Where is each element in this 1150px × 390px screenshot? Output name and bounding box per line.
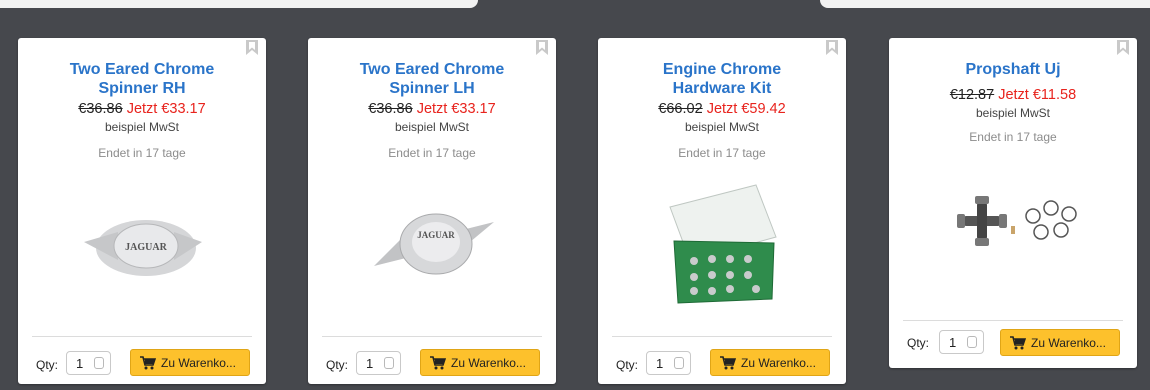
- add-to-cart-button[interactable]: Zu Warenko...: [710, 349, 830, 376]
- price: €36.86 Jetzt €33.17: [308, 101, 556, 118]
- cart-icon: [140, 356, 156, 370]
- end-time: Endet in 17 tage: [969, 130, 1057, 144]
- product-card: Engine Chrome Hardware Kit €66.02 Jetzt €…: [598, 38, 846, 384]
- product-title[interactable]: Engine Chrome Hardware Kit: [598, 60, 846, 98]
- cart-button-label: Zu Warenko...: [161, 356, 236, 370]
- add-to-cart-button[interactable]: Zu Warenko...: [1000, 329, 1120, 356]
- stepper-arrows-icon[interactable]: [94, 357, 104, 369]
- tax-note: beispiel MwSt: [104, 120, 180, 134]
- add-to-cart-button[interactable]: Zu Warenko...: [420, 349, 540, 376]
- qty-label: Qty:: [616, 358, 639, 372]
- sale-price: Jetzt €59.42: [706, 101, 786, 117]
- tax-note: beispiel MwSt: [394, 120, 470, 134]
- stepper-arrows-icon[interactable]: [674, 357, 684, 369]
- qty-label: Qty:: [326, 358, 349, 372]
- product-image[interactable]: JAGUAR: [366, 204, 502, 284]
- end-time: Endet in 17 tage: [678, 146, 766, 160]
- cart-button-label: Zu Warenko...: [1031, 336, 1106, 350]
- divider: [903, 320, 1123, 321]
- qty-label: Qty:: [907, 336, 930, 350]
- original-price: €36.86: [368, 101, 413, 117]
- product-title[interactable]: Two Eared Chrome Spinner LH: [308, 60, 556, 98]
- bookmark-icon[interactable]: [826, 40, 838, 55]
- quantity-stepper[interactable]: 1: [939, 330, 984, 354]
- cart-button-label: Zu Warenko...: [741, 356, 816, 370]
- cart-icon: [430, 356, 446, 370]
- end-time: Endet in 17 tage: [98, 146, 186, 160]
- top-bar-right: [820, 0, 1150, 8]
- end-time: Endet in 17 tage: [388, 146, 476, 160]
- sale-price: Jetzt €33.17: [416, 101, 496, 117]
- add-to-cart-button[interactable]: Zu Warenko...: [130, 349, 250, 376]
- quantity-stepper[interactable]: 1: [356, 351, 401, 375]
- quantity-stepper[interactable]: 1: [646, 351, 691, 375]
- product-card: Propshaft Uj €12.87 Jetzt €11.58 beispie…: [889, 38, 1137, 368]
- top-bar-left: [0, 0, 478, 8]
- original-price: €36.86: [78, 101, 123, 117]
- divider: [32, 336, 252, 337]
- product-image[interactable]: [660, 181, 784, 307]
- bookmark-icon[interactable]: [536, 40, 548, 55]
- quantity-stepper[interactable]: 1: [66, 351, 111, 375]
- price: €36.86 Jetzt €33.17: [18, 101, 266, 118]
- qty-label: Qty:: [36, 358, 59, 372]
- sale-price: Jetzt €33.17: [126, 101, 206, 117]
- quantity-value: 1: [76, 356, 84, 371]
- sale-price: Jetzt €11.58: [998, 87, 1077, 103]
- product-image[interactable]: JAGUAR: [78, 208, 208, 280]
- divider: [322, 336, 542, 337]
- price: €12.87 Jetzt €11.58: [889, 87, 1137, 104]
- cart-button-label: Zu Warenko...: [451, 356, 526, 370]
- cart-icon: [1010, 336, 1026, 350]
- product-title[interactable]: Two Eared Chrome Spinner RH: [18, 60, 266, 98]
- product-card: Two Eared Chrome Spinner RH €36.86 Jetzt …: [18, 38, 266, 384]
- original-price: €66.02: [658, 101, 703, 117]
- tax-note: beispiel MwSt: [684, 120, 760, 134]
- product-card: Two Eared Chrome Spinner LH €36.86 Jetzt …: [308, 38, 556, 384]
- product-image[interactable]: [951, 196, 1083, 248]
- stepper-arrows-icon[interactable]: [967, 336, 977, 348]
- quantity-value: 1: [656, 356, 664, 371]
- quantity-value: 1: [949, 335, 957, 350]
- quantity-value: 1: [366, 356, 374, 371]
- original-price: €12.87: [949, 87, 995, 103]
- price: €66.02 Jetzt €59.42: [598, 101, 846, 118]
- bookmark-icon[interactable]: [1117, 40, 1129, 55]
- svg-text:JAGUAR: JAGUAR: [417, 230, 455, 240]
- cart-icon: [720, 356, 736, 370]
- divider: [612, 336, 832, 337]
- stepper-arrows-icon[interactable]: [384, 357, 394, 369]
- tax-note: beispiel MwSt: [975, 106, 1051, 120]
- svg-text:JAGUAR: JAGUAR: [125, 242, 167, 253]
- bookmark-icon[interactable]: [246, 40, 258, 55]
- product-title[interactable]: Propshaft Uj: [889, 60, 1137, 79]
